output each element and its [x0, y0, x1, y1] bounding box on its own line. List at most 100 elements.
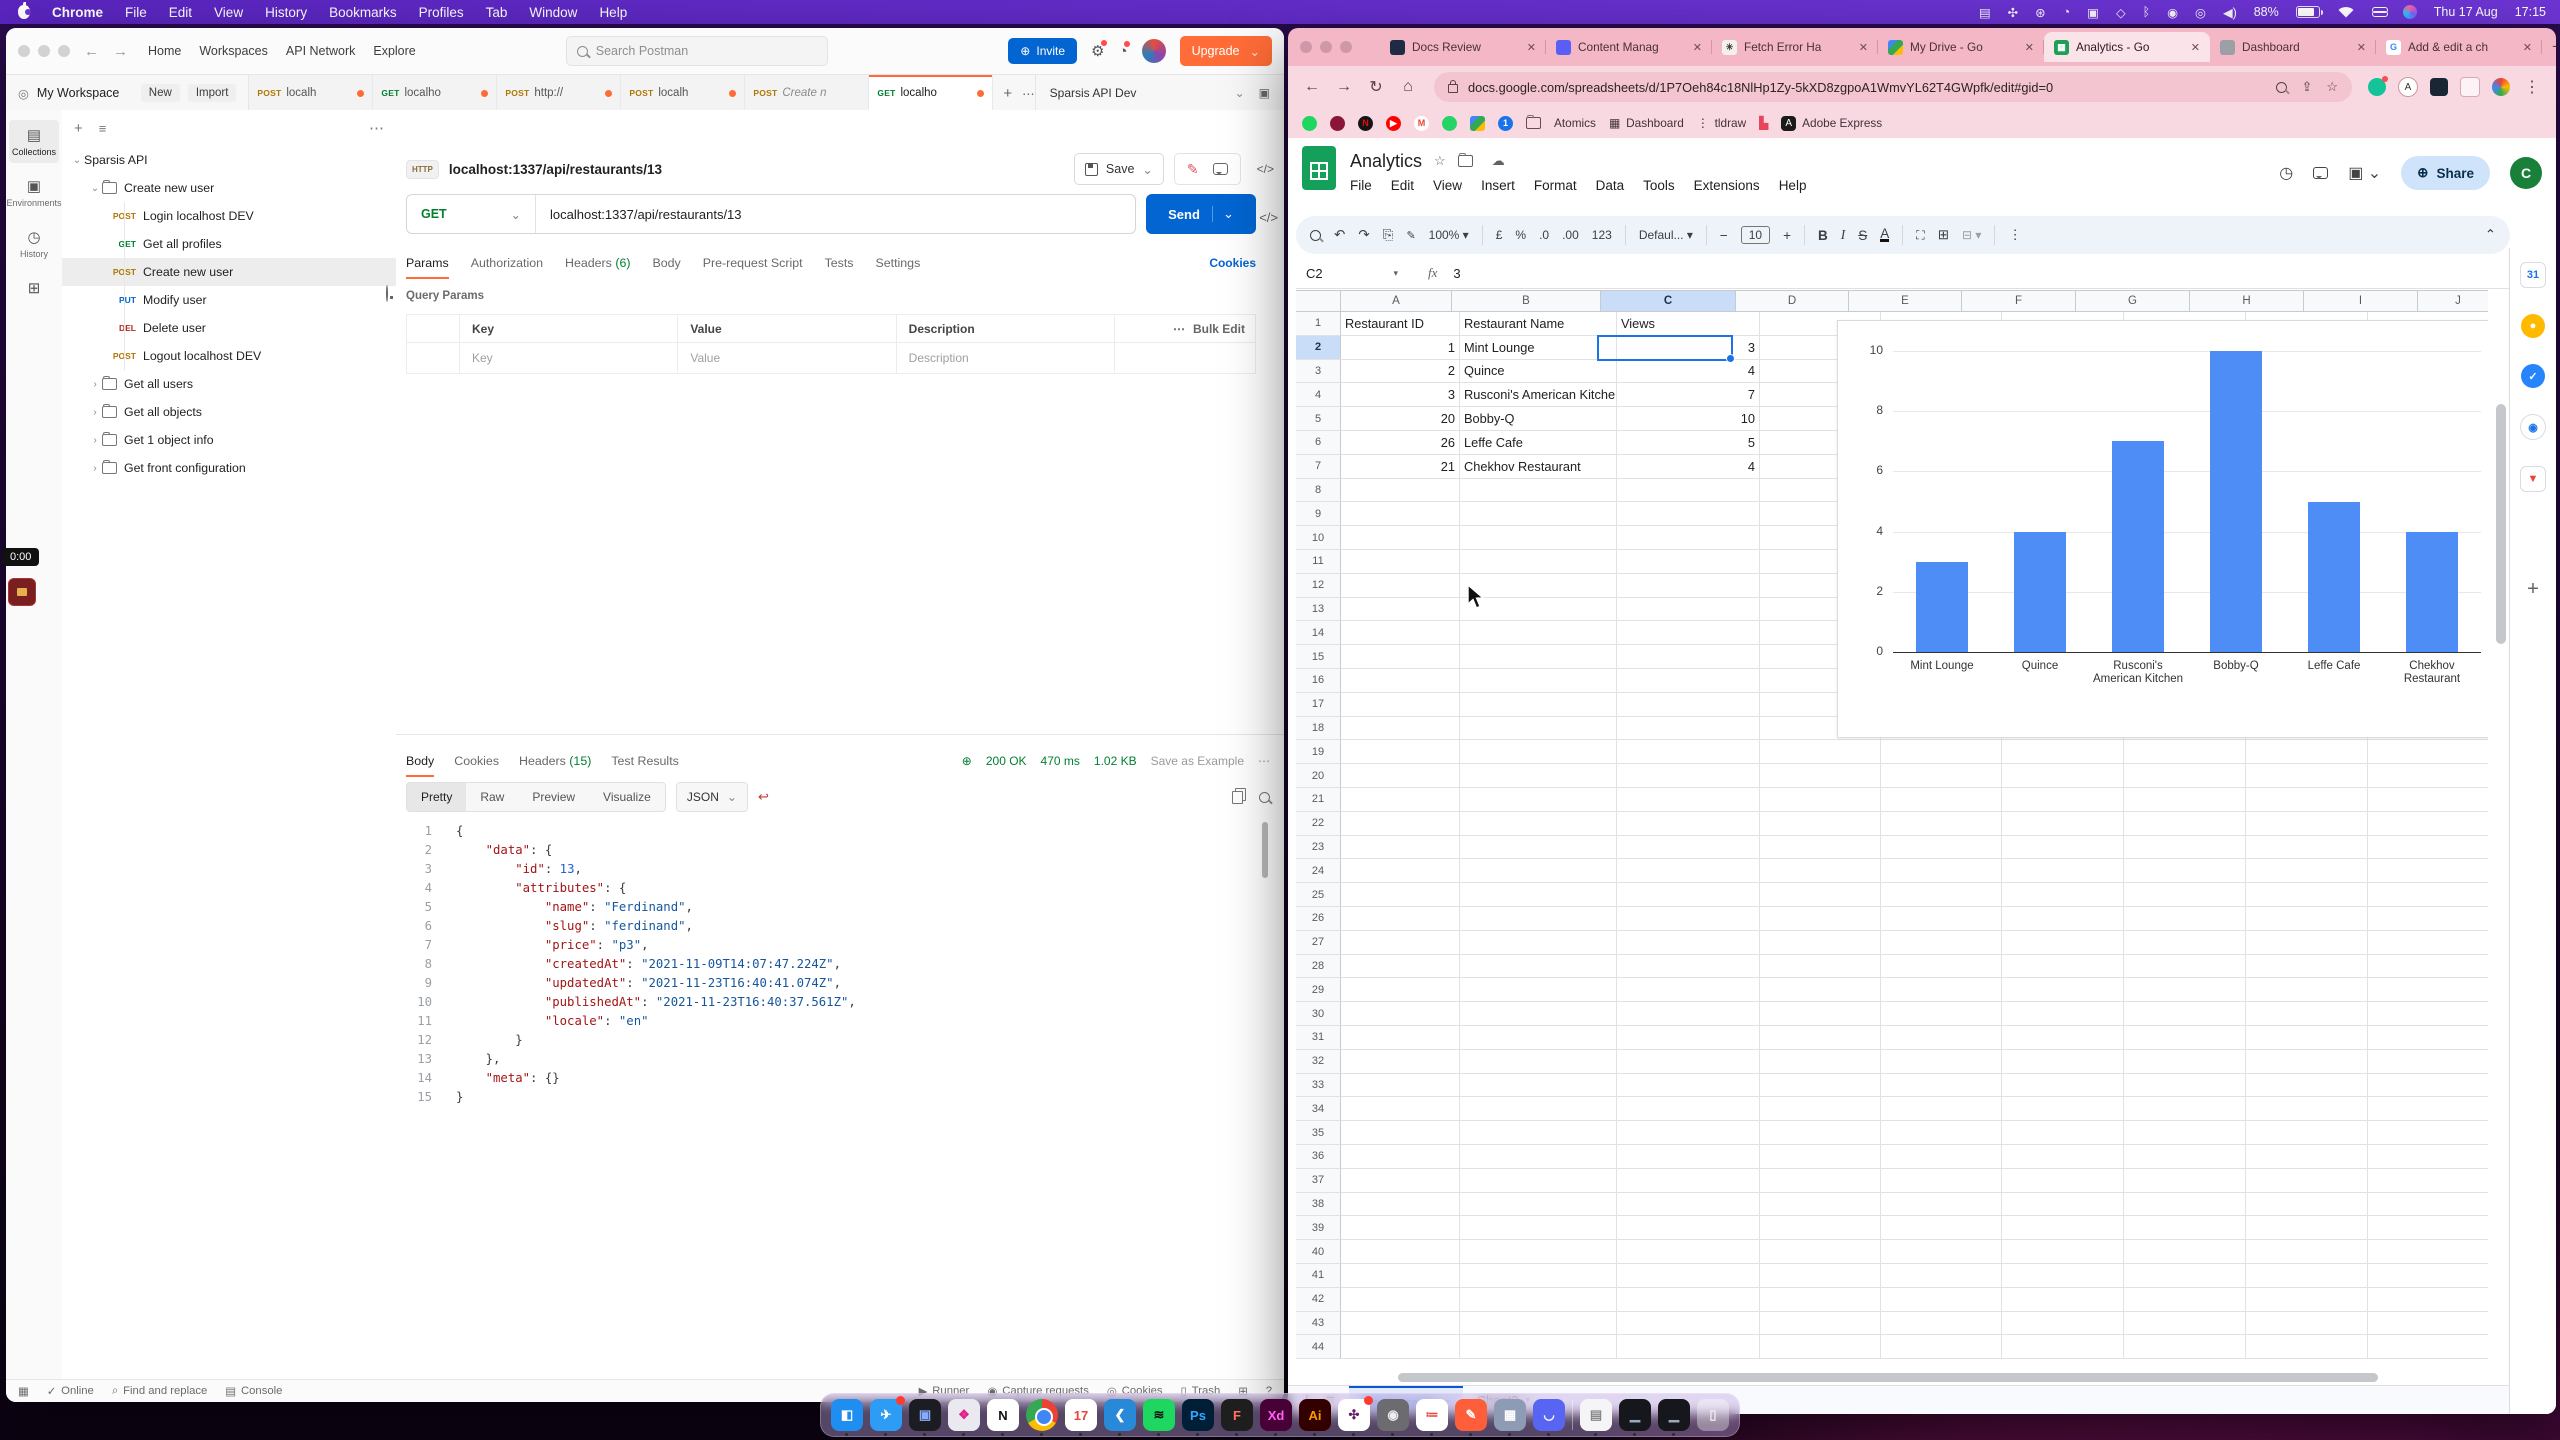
folder-item[interactable]: ›Get all users [62, 370, 396, 398]
url-input[interactable]: localhost:1337/api/restaurants/13 [536, 207, 756, 222]
cell-I30[interactable] [2368, 1002, 2488, 1026]
cell-C14[interactable] [1617, 621, 1760, 645]
cell-E29[interactable] [1881, 978, 2002, 1002]
cell-H43[interactable] [2246, 1312, 2368, 1336]
music-icon[interactable]: ◔ [2063, 5, 2071, 19]
bookmark-adobe-express[interactable]: AAdobe Express [1781, 116, 1882, 131]
menubar-item-window[interactable]: Window [529, 5, 577, 20]
cell-F37[interactable] [2002, 1169, 2124, 1193]
response-tab-body[interactable]: Body [406, 748, 434, 774]
cell-D30[interactable] [1760, 1002, 1881, 1026]
format-0-icon[interactable]: .0 [1539, 228, 1549, 242]
request-item[interactable]: DELDelete user [62, 314, 396, 342]
cell-G44[interactable] [2124, 1335, 2246, 1359]
cell-D41[interactable] [1760, 1264, 1881, 1288]
tab-close-icon[interactable]: ✕ [1527, 41, 1536, 54]
row-header-26[interactable]: 26 [1296, 907, 1341, 931]
cell-B40[interactable] [1460, 1240, 1617, 1264]
cell-B27[interactable] [1460, 931, 1617, 955]
sheets-logo-icon[interactable] [1302, 146, 1336, 190]
cell-G20[interactable] [2124, 764, 2246, 788]
menu-help[interactable]: Help [1779, 178, 1807, 193]
row-header-24[interactable]: 24 [1296, 859, 1341, 883]
column-header-F[interactable]: F [1962, 290, 2076, 312]
cell-E34[interactable] [1881, 1097, 2002, 1121]
cell-B41[interactable] [1460, 1264, 1617, 1288]
upgrade-button[interactable]: Upgrade ⌄ [1180, 36, 1272, 66]
whatsapp-favicon[interactable] [1442, 116, 1457, 131]
cell-C6[interactable]: 5 [1617, 431, 1760, 455]
cell-D20[interactable] [1760, 764, 1881, 788]
cell-F43[interactable] [2002, 1312, 2124, 1336]
cell-B17[interactable] [1460, 693, 1617, 717]
share-icon[interactable]: ⇪ [2301, 79, 2312, 95]
cell-E39[interactable] [1881, 1216, 2002, 1240]
cell-I41[interactable] [2368, 1264, 2488, 1288]
cell-C16[interactable] [1617, 669, 1760, 693]
row-header-31[interactable]: 31 [1296, 1026, 1341, 1050]
apple-menu-icon[interactable] [18, 5, 30, 19]
menu-insert[interactable]: Insert [1481, 178, 1515, 193]
row-header-14[interactable]: 14 [1296, 621, 1341, 645]
cell-D22[interactable] [1760, 812, 1881, 836]
cell-B1[interactable]: Restaurant Name [1460, 312, 1617, 336]
row-header-42[interactable]: 42 [1296, 1288, 1341, 1312]
row-header-20[interactable]: 20 [1296, 764, 1341, 788]
font-select[interactable]: Defaul... ▾ [1639, 228, 1693, 242]
bar-rusconi-s-american-kitchen[interactable] [2112, 441, 2164, 652]
bar-mint-lounge[interactable] [1916, 562, 1968, 652]
cell-A2[interactable]: 1 [1341, 336, 1460, 360]
sidebar-toggle-icon[interactable]: ▦ [18, 1385, 29, 1398]
save-button[interactable]: Save ⌄ [1074, 153, 1164, 185]
netflix-favicon[interactable]: N [1358, 116, 1373, 131]
cell-A37[interactable] [1341, 1169, 1460, 1193]
cell-A33[interactable] [1341, 1074, 1460, 1098]
dock-spark-mail[interactable]: ✈ [870, 1399, 902, 1431]
cell-B30[interactable] [1460, 1002, 1617, 1026]
cell-B36[interactable] [1460, 1145, 1617, 1169]
invite-button[interactable]: ⊕ Invite [1008, 38, 1077, 64]
row-header-6[interactable]: 6 [1296, 431, 1341, 455]
cell-C13[interactable] [1617, 598, 1760, 622]
cell-B19[interactable] [1460, 740, 1617, 764]
contacts-icon[interactable]: ◉ [2520, 414, 2546, 440]
cell-F42[interactable] [2002, 1288, 2124, 1312]
cell-I35[interactable] [2368, 1121, 2488, 1145]
italic-icon[interactable]: I [1841, 227, 1846, 243]
cell-H22[interactable] [2246, 812, 2368, 836]
view-visualize[interactable]: Visualize [589, 783, 665, 811]
cell-H23[interactable] [2246, 836, 2368, 860]
notifications-bell-icon[interactable]: ◔ [1119, 43, 1128, 60]
cell-H20[interactable] [2246, 764, 2368, 788]
maps-icon[interactable]: ▼ [2520, 466, 2546, 492]
cell-C19[interactable] [1617, 740, 1760, 764]
cell-B9[interactable] [1460, 502, 1617, 526]
redo-icon[interactable]: ↷ [1358, 227, 1369, 243]
browser-tab[interactable]: Dashboard✕ [2210, 32, 2376, 62]
cell-H42[interactable] [2246, 1288, 2368, 1312]
cell-A5[interactable]: 20 [1341, 407, 1460, 431]
cell-I38[interactable] [2368, 1193, 2488, 1217]
cell-C32[interactable] [1617, 1050, 1760, 1074]
dock-adobe-xd[interactable]: Xd [1260, 1399, 1292, 1431]
footer-console[interactable]: ▤Console [225, 1385, 282, 1398]
browser-tab[interactable]: ▦Analytics - Go✕ [2044, 32, 2210, 62]
row-header-21[interactable]: 21 [1296, 788, 1341, 812]
cell-E38[interactable] [1881, 1193, 2002, 1217]
folder-item[interactable]: ›Get front configuration [62, 454, 396, 482]
response-scrollbar[interactable] [1262, 822, 1268, 878]
cell-C24[interactable] [1617, 859, 1760, 883]
dock-dark-app[interactable]: ▣ [909, 1399, 941, 1431]
cell-I22[interactable] [2368, 812, 2488, 836]
chrome-menu-icon[interactable]: ⋮ [2518, 77, 2546, 97]
row-header-22[interactable]: 22 [1296, 812, 1341, 836]
cookies-link[interactable]: Cookies [1209, 256, 1256, 270]
cell-I32[interactable] [2368, 1050, 2488, 1074]
cell-I44[interactable] [2368, 1335, 2488, 1359]
cell-A20[interactable] [1341, 764, 1460, 788]
cell-A10[interactable] [1341, 526, 1460, 550]
cell-C25[interactable] [1617, 883, 1760, 907]
cell-A23[interactable] [1341, 836, 1460, 860]
cell-H32[interactable] [2246, 1050, 2368, 1074]
cell-B32[interactable] [1460, 1050, 1617, 1074]
